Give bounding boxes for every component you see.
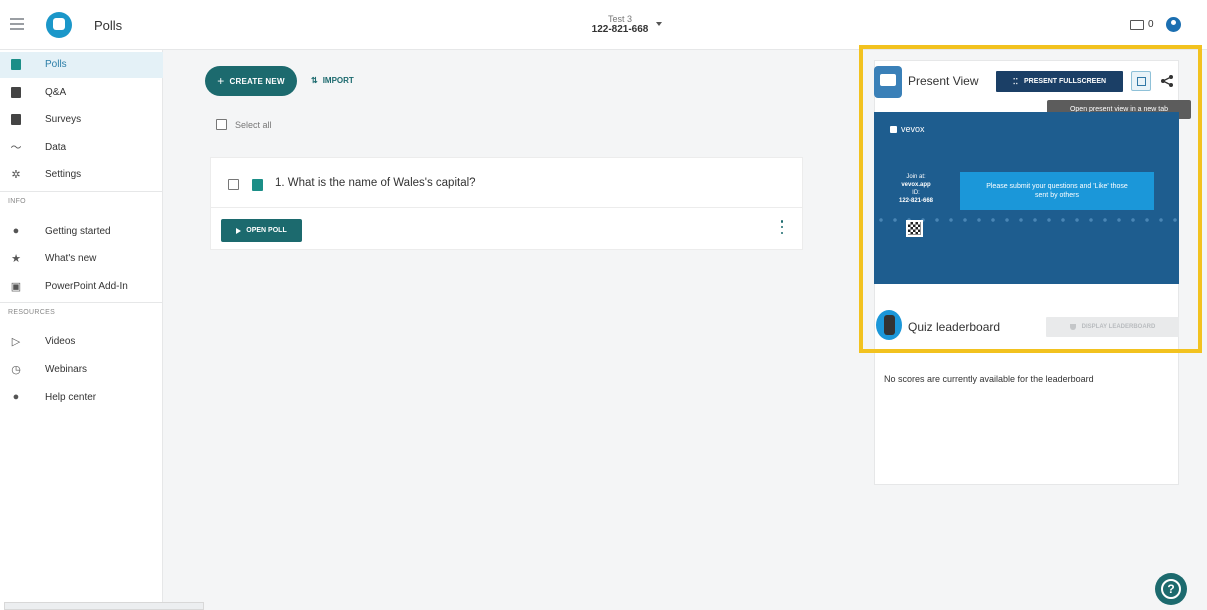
highlight-outline [859,45,1202,353]
sidebar-item-settings[interactable]: ✲ Settings [0,162,163,188]
plus-icon: + [217,74,225,88]
open-poll-button[interactable]: OPEN POLL [221,219,302,242]
question-circle-icon: ● [12,225,20,237]
sidebar-item-label: What's new [45,253,97,264]
question-icon: ? [1161,579,1181,599]
event-selector[interactable]: Test 3 122-821-668 [590,14,650,35]
poll-card: 1. What is the name of Wales's capital? … [210,157,803,250]
sidebar-item-label: Data [45,142,67,153]
help-circle-icon: ● [12,391,20,403]
sidebar-item-getting-started[interactable]: ● Getting started [0,219,163,245]
event-code: 122-821-668 [591,24,649,35]
sidebar-item-label: PowerPoint Add-In [45,281,128,292]
create-new-button[interactable]: + CREATE NEW [205,66,297,96]
polls-app-logo [46,12,72,38]
sidebar-item-surveys[interactable]: Surveys [0,107,163,133]
create-new-label: CREATE NEW [229,76,285,86]
import-label: IMPORT [322,76,354,85]
data-chart-icon: 〜 [10,142,22,154]
sidebar-item-label: Surveys [45,114,82,125]
sidebar-item-videos[interactable]: ▷ Videos [0,329,163,355]
play-video-icon: ▷ [11,335,21,348]
select-all-checkbox[interactable] [216,119,227,130]
poll-title[interactable]: 1. What is the name of Wales's capital? [275,177,476,189]
clock-icon: ◷ [11,363,21,376]
sidebar: Polls Q&A Surveys 〜 Data ✲ Settings INFO… [0,50,163,610]
caret-down-icon[interactable] [656,22,662,26]
top-bar: Polls Test 3 122-821-668 0 [0,0,1207,50]
sidebar-section-info: INFO [8,198,26,205]
star-icon: ★ [11,252,21,265]
account-icon[interactable] [1166,17,1181,32]
open-poll-label: OPEN POLL [246,227,287,234]
sidebar-item-qa[interactable]: Q&A [0,80,163,106]
sidebar-item-label: Webinars [45,364,88,375]
help-button[interactable]: ? [1155,573,1187,605]
select-all[interactable]: Select all [216,119,272,130]
qa-icon [10,86,22,98]
play-icon [236,227,242,234]
select-all-label: Select all [235,119,272,130]
sidebar-item-label: Polls [45,59,67,70]
import-button[interactable]: ⇅ IMPORT [311,76,354,85]
event-name: Test 3 [607,14,632,24]
sidebar-item-powerpoint-add-in[interactable]: ▣ PowerPoint Add-In [0,274,163,300]
screens-icon[interactable] [1130,20,1144,30]
sidebar-divider [0,191,163,192]
sidebar-item-help-center[interactable]: ● Help center [0,385,163,411]
status-bar-url [4,602,204,610]
more-options-icon[interactable] [780,220,784,234]
poll-type-icon [252,179,263,191]
sidebar-item-label: Getting started [45,226,111,237]
hamburger-menu-icon[interactable] [10,18,24,30]
polls-icon [10,58,22,70]
poll-card-header: 1. What is the name of Wales's capital? [211,158,802,208]
sidebar-item-label: Videos [45,336,76,347]
sidebar-section-resources: RESOURCES [8,309,56,316]
no-scores-message: No scores are currently available for th… [884,374,1094,384]
gear-icon: ✲ [11,168,21,181]
sidebar-item-label: Settings [45,169,82,180]
poll-checkbox[interactable] [228,179,239,190]
import-icon: ⇅ [311,76,318,85]
sidebar-item-label: Help center [45,392,97,403]
surveys-icon [10,113,22,125]
sidebar-item-polls[interactable]: Polls [0,52,163,78]
sidebar-item-webinars[interactable]: ◷ Webinars [0,357,163,383]
sidebar-item-whats-new[interactable]: ★ What's new [0,246,163,272]
app-title: Polls [94,18,123,33]
sidebar-item-data[interactable]: 〜 Data [0,135,163,161]
screens-count: 0 [1148,19,1154,30]
sidebar-divider [0,302,163,303]
sidebar-item-label: Q&A [45,87,67,98]
powerpoint-icon: ▣ [10,280,22,293]
